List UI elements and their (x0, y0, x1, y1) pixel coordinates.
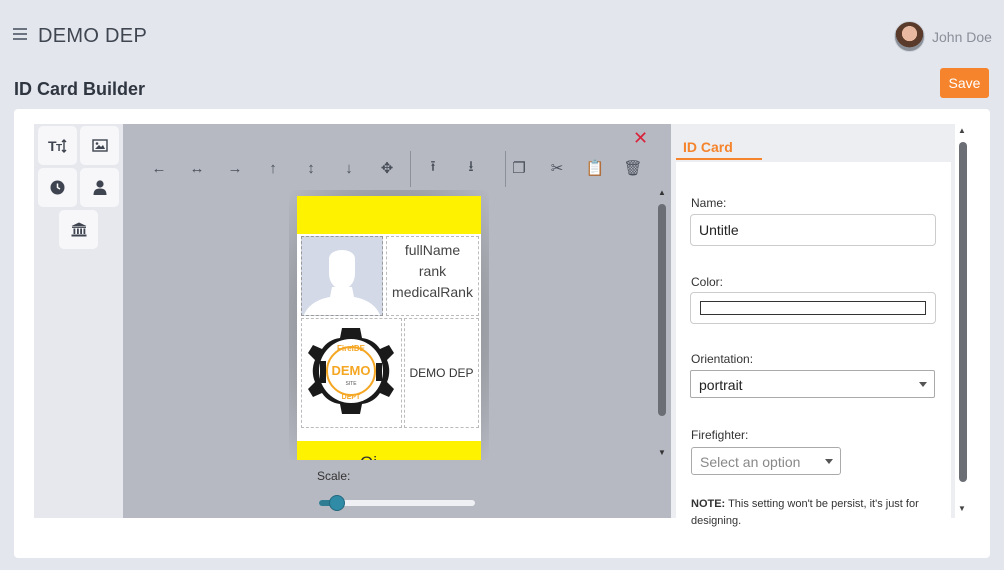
scale-slider[interactable] (319, 495, 475, 511)
person-silhouette-icon (302, 237, 382, 315)
clock-tool[interactable] (38, 168, 77, 207)
logo-sub-text: SITE (345, 381, 357, 387)
align-right-icon[interactable]: → (224, 156, 246, 180)
image-icon (91, 139, 108, 152)
institution-tool[interactable] (59, 210, 98, 249)
orientation-label: Orientation: (691, 352, 754, 366)
builder-card: TT ✕ ← ↔ → ↑ ↕ ↓ ✥ ⭱ ⭳ ❐ ✂ 📋 🗑 fullName … (14, 109, 990, 558)
upload-icon[interactable]: ⭱ (422, 156, 444, 180)
firefighter-select[interactable]: Select an option (691, 447, 841, 475)
svg-text:T: T (56, 143, 62, 154)
name-label: Name: (691, 196, 727, 210)
chevron-down-icon (825, 459, 833, 464)
scroll-up-arrow-icon[interactable]: ▲ (658, 188, 666, 197)
download-icon[interactable]: ⭳ (460, 156, 482, 180)
color-picker[interactable] (690, 292, 936, 324)
photo-placeholder[interactable] (301, 236, 383, 316)
firefighter-placeholder: Select an option (700, 454, 801, 470)
properties-panel: ID Card Name: Color: Orientation: portra… (671, 124, 955, 527)
id-card-preview[interactable]: fullName rank medicalRank FireIDE DEMO S… (297, 196, 481, 460)
full-name-text: fullName (404, 242, 461, 258)
scroll-down-arrow-icon[interactable]: ▼ (958, 504, 966, 513)
text-size-icon: TT (48, 138, 66, 154)
department-text[interactable]: DEMO DEP (404, 318, 479, 428)
person-icon (93, 180, 106, 195)
hamburger-menu-icon[interactable] (13, 28, 27, 42)
fire-dept-logo-icon: FireIDE DEMO SITE DEPT (308, 328, 394, 414)
scale-slider-handle[interactable] (328, 495, 345, 511)
department-logo[interactable]: FireIDE DEMO SITE DEPT (301, 318, 402, 428)
align-bottom-icon[interactable]: ↓ (338, 156, 360, 180)
save-button[interactable]: Save (940, 68, 989, 98)
paste-icon[interactable]: 📋 (584, 156, 606, 180)
scrollbar-thumb[interactable] (658, 204, 666, 416)
align-top-icon[interactable]: ↑ (262, 156, 284, 180)
user-avatar[interactable] (894, 21, 925, 52)
scale-label: Scale: (317, 469, 351, 483)
copy-icon[interactable]: ❐ (508, 156, 530, 180)
person-tool[interactable] (80, 168, 119, 207)
logo-center-text: DEMO (332, 363, 371, 378)
note-body: This setting won't be persist, it's just… (691, 498, 919, 527)
tab-id-card[interactable]: ID Card (676, 130, 762, 160)
top-bar: DEMO DEP John Doe (0, 0, 1004, 72)
chevron-down-icon (919, 382, 927, 387)
text-size-tool[interactable]: TT (38, 126, 77, 165)
name-field[interactable] (690, 214, 936, 246)
app-title: DEMO DEP (38, 25, 148, 47)
scroll-up-arrow-icon[interactable]: ▲ (958, 126, 966, 135)
align-center-horizontal-icon[interactable]: ↔ (186, 156, 208, 180)
note-text: NOTE: This setting won't be persist, it'… (691, 496, 941, 530)
panel-scrollbar[interactable]: ▲ ▼ (957, 124, 969, 518)
name-text-box[interactable]: fullName rank medicalRank (386, 236, 479, 316)
close-icon[interactable]: ✕ (633, 128, 648, 149)
card-top-band[interactable] (297, 196, 481, 234)
firefighter-label: Firefighter: (691, 428, 749, 442)
move-icon[interactable]: ✥ (376, 156, 398, 180)
orientation-select[interactable]: portrait (690, 370, 935, 398)
orientation-value: portrait (699, 377, 743, 393)
note-bold: NOTE: (691, 498, 726, 510)
image-tool[interactable] (80, 126, 119, 165)
toolbar-divider (410, 151, 411, 187)
cut-icon[interactable]: ✂ (546, 156, 568, 180)
clock-icon (50, 180, 65, 195)
scroll-down-arrow-icon[interactable]: ▼ (658, 448, 666, 457)
delete-icon[interactable]: 🗑 (622, 156, 644, 180)
card-bottom-text: Oi (360, 453, 377, 460)
align-center-vertical-icon[interactable]: ↕ (300, 156, 322, 180)
align-left-icon[interactable]: ← (148, 156, 170, 180)
color-label: Color: (691, 275, 724, 289)
user-name[interactable]: John Doe (932, 29, 992, 45)
logo-bottom-text: DEPT (342, 394, 361, 401)
canvas-scrollbar[interactable]: ▲ ▼ (656, 188, 668, 460)
logo-top-text: FireIDE (337, 344, 366, 353)
properties-form: Name: Color: Orientation: portrait Firef… (676, 162, 951, 527)
design-canvas: ✕ ← ↔ → ↑ ↕ ↓ ✥ ⭱ ⭳ ❐ ✂ 📋 🗑 fullName rank medicalRan… (123, 124, 671, 518)
institution-icon (71, 222, 86, 237)
page-title: ID Card Builder (14, 79, 146, 99)
rank-text: rank (418, 263, 447, 279)
toolbar-divider (505, 151, 506, 187)
tool-palette: TT (34, 124, 123, 518)
color-swatch (700, 301, 926, 315)
card-bottom-band[interactable]: Oi (297, 441, 481, 460)
scrollbar-thumb[interactable] (959, 142, 967, 482)
medical-rank-text: medicalRank (392, 284, 473, 300)
